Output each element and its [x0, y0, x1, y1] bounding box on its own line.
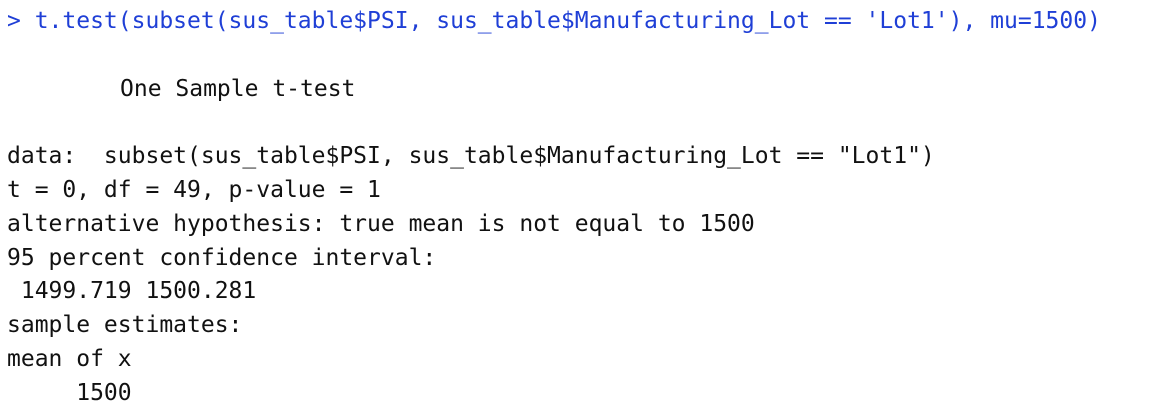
statistic-line: t = 0, df = 49, p-value = 1 — [7, 176, 381, 203]
sample-estimates-label: sample estimates: — [7, 312, 243, 339]
console-command-line[interactable]: > t.test(subset(sus_table$PSI, sus_table… — [7, 5, 1150, 39]
test-title: One Sample t-test — [120, 75, 356, 102]
alternative-hypothesis-line: alternative hypothesis: true mean is not… — [7, 210, 755, 237]
r-console-output: > t.test(subset(sus_table$PSI, sus_table… — [0, 0, 1150, 420]
estimate-value: 1500 — [7, 379, 132, 406]
confidence-interval-label: 95 percent confidence interval: — [7, 244, 437, 271]
estimate-name: mean of x — [7, 345, 132, 372]
data-line: data: subset(sus_table$PSI, sus_table$Ma… — [7, 143, 935, 170]
confidence-interval-values: 1499.719 1500.281 — [7, 278, 257, 305]
